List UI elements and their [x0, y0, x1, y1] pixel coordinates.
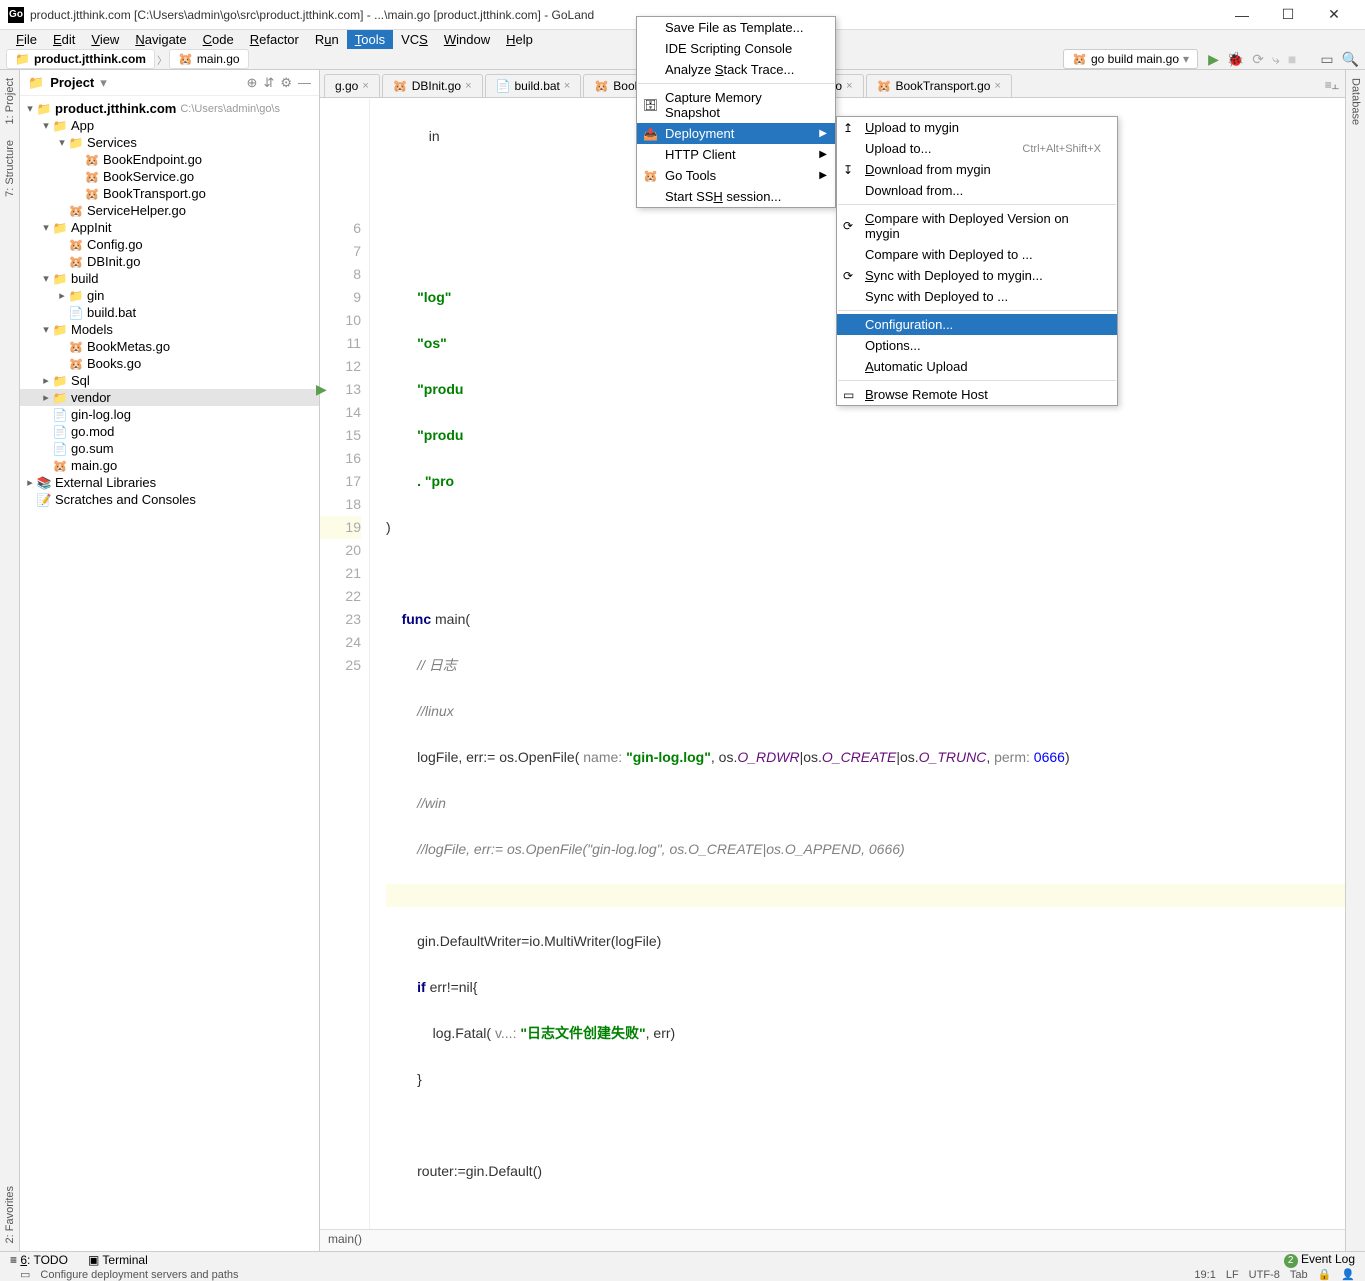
coverage-button[interactable]: ⟳ [1252, 51, 1264, 68]
submenu-options[interactable]: Options... [837, 335, 1117, 356]
readonly-icon[interactable] [1318, 1268, 1332, 1281]
editor-tab[interactable]: 🐹BookTransport.go× [866, 74, 1012, 97]
profile-button[interactable]: ⤷ [1272, 51, 1280, 68]
menu-save-template[interactable]: Save File as Template... [637, 17, 835, 38]
close-button[interactable]: ✕ [1311, 0, 1357, 30]
project-tool-window[interactable]: 📁Project▾ ⊕ ⇵ ⚙ — ▾📁product.jtthink.comC… [20, 70, 320, 1251]
breadcrumb-project[interactable]: 📁product.jtthink.com [6, 49, 155, 69]
menu-edit[interactable]: Edit [45, 30, 83, 49]
minimize-button[interactable]: — [1219, 0, 1265, 30]
layout-button[interactable]: ▭ [1320, 51, 1333, 68]
hide-icon[interactable]: — [298, 75, 311, 90]
tab-database[interactable]: Database [1350, 70, 1362, 133]
menu-refactor[interactable]: Refactor [242, 30, 307, 49]
tab-terminal[interactable]: ▣ Terminal [88, 1253, 148, 1267]
bottom-tool-bar[interactable]: ≡ 6: TODO ▣ Terminal 2 Event Log [0, 1251, 1365, 1268]
menu-go-tools[interactable]: 🐹Go Tools▶ [637, 165, 835, 186]
status-popup-icon[interactable]: ▭ [20, 1268, 30, 1281]
submenu-upload-to[interactable]: Upload to...Ctrl+Alt+Shift+X [837, 138, 1117, 159]
menu-view[interactable]: View [83, 30, 127, 49]
status-message: Configure deployment servers and paths [40, 1269, 238, 1281]
menu-help[interactable]: Help [498, 30, 541, 49]
indent[interactable]: Tab [1290, 1269, 1308, 1281]
run-config-selector[interactable]: 🐹go build main.go ▾ [1063, 49, 1198, 69]
project-tree[interactable]: ▾📁product.jtthink.comC:\Users\admin\go\s… [20, 96, 319, 1251]
menu-vcs[interactable]: VCS [393, 30, 436, 49]
menu-run[interactable]: Run [307, 30, 347, 49]
submenu-configuration[interactable]: Configuration... [837, 314, 1117, 335]
submenu-sync-to[interactable]: Sync with Deployed to ... [837, 286, 1117, 307]
status-bar: ▭ Configure deployment servers and paths… [0, 1268, 1365, 1281]
encoding[interactable]: UTF-8 [1249, 1269, 1280, 1281]
menu-http-client[interactable]: HTTP Client▶ [637, 144, 835, 165]
tab-project[interactable]: 1: Project [4, 70, 16, 132]
menu-start-ssh[interactable]: Start SSH session... [637, 186, 835, 207]
cursor-position[interactable]: 19:1 [1194, 1269, 1215, 1281]
menu-file[interactable]: File [8, 30, 45, 49]
right-tool-strip[interactable]: Database [1345, 70, 1365, 1251]
scroll-to-source-icon[interactable]: ⊕ [247, 75, 258, 91]
menu-ide-scripting[interactable]: IDE Scripting Console [637, 38, 835, 59]
tab-favorites[interactable]: 2: Favorites [4, 1178, 16, 1251]
menu-deployment[interactable]: 📤Deployment▶ [637, 123, 835, 144]
split-icon[interactable]: ≡⫠ [1319, 74, 1345, 97]
breadcrumb-file[interactable]: 🐹main.go [169, 49, 249, 69]
project-view-label: Project [50, 75, 94, 90]
submenu-auto-upload[interactable]: Automatic Upload [837, 356, 1117, 377]
maximize-button[interactable]: ☐ [1265, 0, 1311, 30]
submenu-download-mygin[interactable]: ↧Download from mygin [837, 159, 1117, 180]
code-editor[interactable]: 6789101112 ▶13 141516171819202122232425 … [320, 98, 1345, 1229]
submenu-upload-mygin[interactable]: ↥Upload to mygin [837, 117, 1117, 138]
menu-capture-memory[interactable]: 🗄Capture Memory Snapshot [637, 87, 835, 123]
menu-code[interactable]: Code [195, 30, 242, 49]
collapse-all-icon[interactable]: ⇵ [263, 75, 274, 91]
tools-dropdown[interactable]: Save File as Template... IDE Scripting C… [636, 16, 836, 208]
editor-breadcrumb[interactable]: main() [320, 1229, 1345, 1251]
tab-structure[interactable]: 7: Structure [4, 132, 16, 205]
app-icon: Go [8, 7, 24, 23]
menu-window[interactable]: Window [436, 30, 498, 49]
menu-analyze-stack[interactable]: Analyze Stack Trace... [637, 59, 835, 80]
submenu-sync-mygin[interactable]: ⟳Sync with Deployed to mygin... [837, 265, 1117, 286]
left-tool-strip[interactable]: 1: Project 7: Structure 2: Favorites [0, 70, 20, 1251]
debug-button[interactable]: 🐞 [1227, 51, 1244, 68]
window-title: product.jtthink.com [C:\Users\admin\go\s… [30, 8, 1219, 22]
deployment-submenu[interactable]: ↥Upload to mygin Upload to...Ctrl+Alt+Sh… [836, 116, 1118, 406]
submenu-browse-remote[interactable]: ▭Browse Remote Host [837, 384, 1117, 405]
event-log-button[interactable]: 2 Event Log [1284, 1252, 1355, 1268]
inspection-icon[interactable]: 👤 [1341, 1268, 1355, 1281]
stop-button[interactable]: ■ [1288, 51, 1296, 67]
settings-icon[interactable]: ⚙ [280, 75, 292, 91]
line-gutter: 6789101112 ▶13 141516171819202122232425 [320, 98, 370, 1229]
editor-tab[interactable]: 🐹DBInit.go× [382, 74, 483, 97]
submenu-download-from[interactable]: Download from... [837, 180, 1117, 201]
editor-tab[interactable]: 📄build.bat× [485, 74, 582, 97]
tab-todo[interactable]: ≡ 6: TODO [10, 1253, 68, 1267]
menu-navigate[interactable]: Navigate [127, 30, 194, 49]
menu-tools[interactable]: Tools [347, 30, 393, 49]
editor-tab[interactable]: g.go× [324, 74, 380, 97]
submenu-compare-mygin[interactable]: ⟳Compare with Deployed Version on mygin [837, 208, 1117, 244]
line-ending[interactable]: LF [1226, 1269, 1239, 1281]
run-button[interactable]: ▶ [1208, 51, 1219, 68]
search-everywhere-button[interactable]: 🔍 [1342, 51, 1359, 68]
submenu-compare-to[interactable]: Compare with Deployed to ... [837, 244, 1117, 265]
